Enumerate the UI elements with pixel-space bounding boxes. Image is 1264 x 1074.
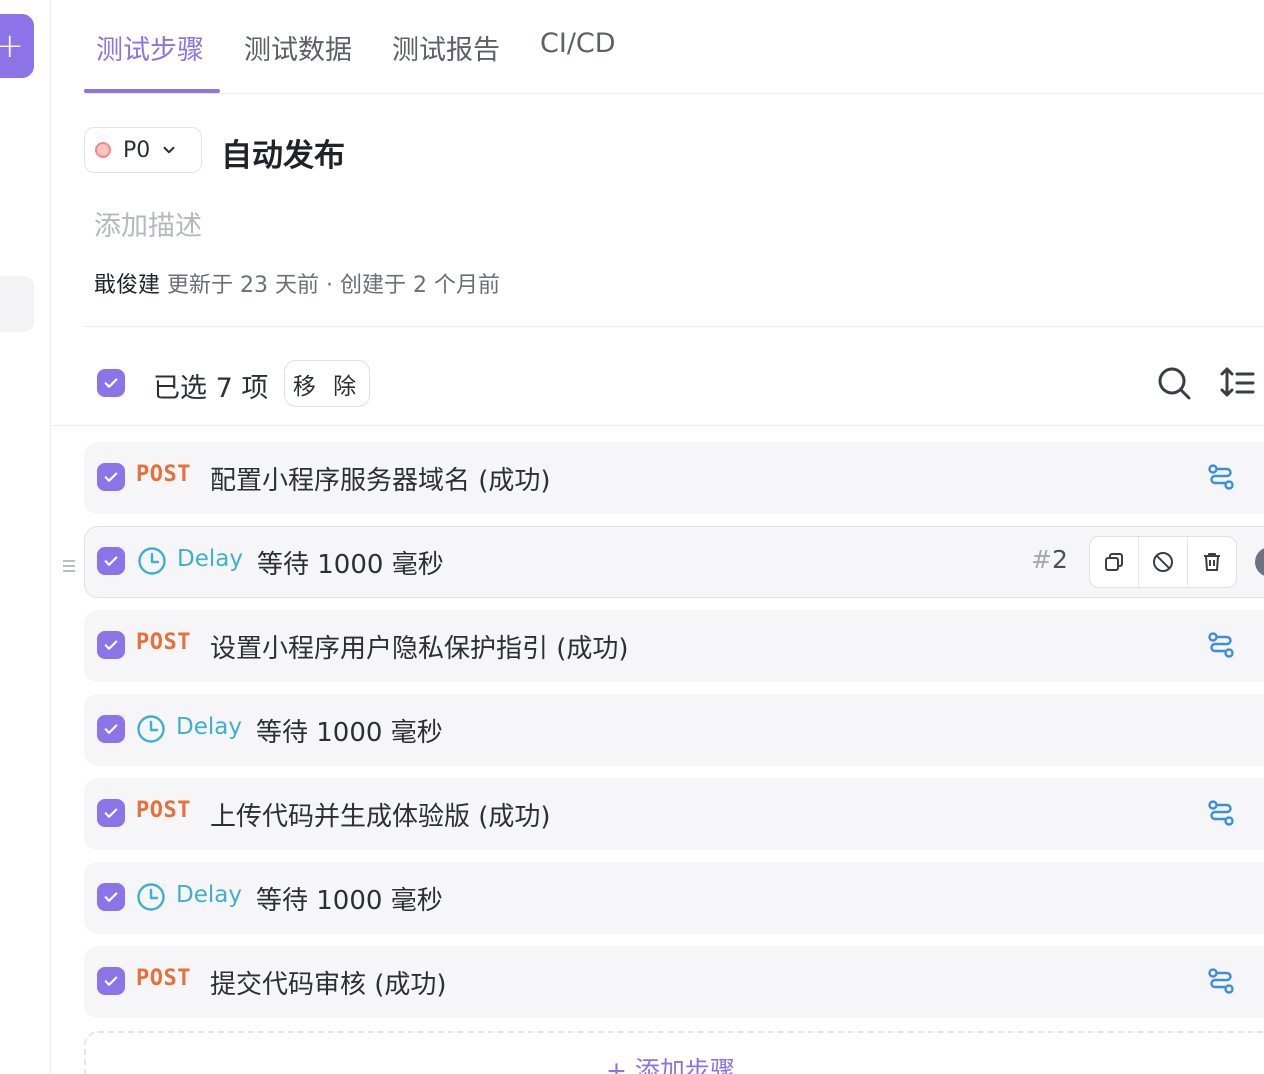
check-icon: [104, 976, 118, 986]
method-badge: POST: [136, 798, 191, 823]
method-badge: POST: [136, 630, 191, 655]
meta-info: 戢俊建 更新于 23 天前 · 创建于 2 个月前: [94, 267, 500, 299]
delete-button[interactable]: [1188, 537, 1236, 587]
meta-text: 更新于 23 天前 · 创建于 2 个月前: [167, 273, 500, 298]
check-icon: [104, 378, 118, 388]
copy-button[interactable]: [1090, 537, 1139, 587]
step-checkbox[interactable]: [97, 799, 125, 827]
clock-icon: [137, 883, 165, 911]
check-icon: [104, 808, 118, 818]
method-badge: Delay: [176, 882, 242, 908]
tab-test-data[interactable]: 测试数据: [244, 28, 352, 67]
priority-value: P0: [123, 137, 151, 163]
copy-icon: [1105, 553, 1123, 571]
rail-divider: [50, 0, 51, 1074]
method-badge: Delay: [176, 714, 242, 740]
step-title: 上传代码并生成体验版 (成功): [210, 802, 551, 832]
step-row[interactable]: Delay 等待 1000 毫秒 #2: [84, 526, 1264, 598]
step-title: 配置小程序服务器域名 (成功): [210, 466, 551, 496]
step-row[interactable]: POST 提交代码审核 (成功): [84, 946, 1264, 1018]
selected-count: 已选 7 项: [153, 373, 269, 404]
trash-icon: [1204, 553, 1220, 571]
step-row[interactable]: Delay 等待 1000 毫秒: [84, 694, 1264, 766]
step-row[interactable]: POST 上传代码并生成体验版 (成功): [84, 778, 1264, 850]
branch-icon[interactable]: [1206, 630, 1236, 660]
check-icon: [104, 892, 118, 902]
drag-handle-icon[interactable]: [62, 559, 76, 573]
sort-icon[interactable]: [1220, 365, 1256, 401]
remove-button[interactable]: 移 除: [284, 360, 370, 407]
step-row[interactable]: POST 设置小程序用户隐私保护指引 (成功): [84, 610, 1264, 682]
disable-icon: [1153, 552, 1173, 572]
branch-icon[interactable]: [1206, 462, 1236, 492]
description-input[interactable]: 添加描述: [94, 204, 202, 243]
app-root: + 测试步骤 测试数据 测试报告 CI/CD P0 自动发布 添加描述 戢俊建 …: [0, 0, 1264, 1074]
method-badge: POST: [136, 462, 191, 487]
step-title: 等待 1000 毫秒: [257, 550, 444, 580]
author-name: 戢俊建: [94, 273, 161, 298]
select-all-checkbox[interactable]: [97, 369, 125, 397]
add-step-button[interactable]: + 添加步骤: [84, 1031, 1264, 1074]
check-icon: [104, 472, 118, 482]
step-checkbox[interactable]: [97, 967, 125, 995]
step-row[interactable]: POST 配置小程序服务器域名 (成功): [84, 442, 1264, 514]
step-title: 设置小程序用户隐私保护指引 (成功): [210, 634, 629, 664]
step-toggle-indicator[interactable]: [1255, 547, 1264, 577]
step-checkbox[interactable]: [97, 883, 125, 911]
priority-select[interactable]: P0: [84, 127, 202, 173]
check-icon: [104, 556, 118, 566]
disable-button[interactable]: [1139, 537, 1188, 587]
add-step-label: + 添加步骤: [606, 1056, 735, 1074]
branch-icon[interactable]: [1206, 798, 1236, 828]
tab-cicd[interactable]: CI/CD: [540, 28, 616, 59]
selection-toolbar: 已选 7 项 移 除: [52, 340, 1264, 426]
branch-icon[interactable]: [1206, 966, 1236, 996]
check-icon: [104, 640, 118, 650]
rail-item[interactable]: [0, 276, 34, 332]
chevron-down-icon: [163, 146, 175, 154]
page-title[interactable]: 自动发布: [221, 130, 345, 175]
step-checkbox[interactable]: [97, 631, 125, 659]
tab-test-report[interactable]: 测试报告: [392, 28, 500, 67]
step-actions: [1089, 536, 1237, 588]
step-title: 等待 1000 毫秒: [256, 886, 443, 916]
search-icon[interactable]: [1156, 365, 1192, 401]
rail-add-button[interactable]: +: [0, 14, 34, 78]
step-row[interactable]: Delay 等待 1000 毫秒: [84, 862, 1264, 934]
clock-icon: [138, 547, 166, 575]
clock-icon: [137, 715, 165, 743]
method-badge: Delay: [177, 546, 243, 572]
priority-dot-icon: [95, 142, 111, 158]
active-tab-indicator: [84, 89, 220, 93]
step-title: 等待 1000 毫秒: [256, 718, 443, 748]
tab-bar: 测试步骤 测试数据 测试报告 CI/CD: [84, 0, 1264, 94]
method-badge: POST: [136, 966, 191, 991]
step-checkbox[interactable]: [97, 463, 125, 491]
step-checkbox[interactable]: [97, 715, 125, 743]
step-checkbox[interactable]: [97, 547, 125, 575]
step-title: 提交代码审核 (成功): [210, 970, 447, 1000]
step-index: #2: [1031, 545, 1068, 574]
check-icon: [104, 724, 118, 734]
tab-test-steps[interactable]: 测试步骤: [96, 28, 204, 67]
divider: [84, 326, 1264, 327]
plus-icon: +: [0, 26, 24, 66]
